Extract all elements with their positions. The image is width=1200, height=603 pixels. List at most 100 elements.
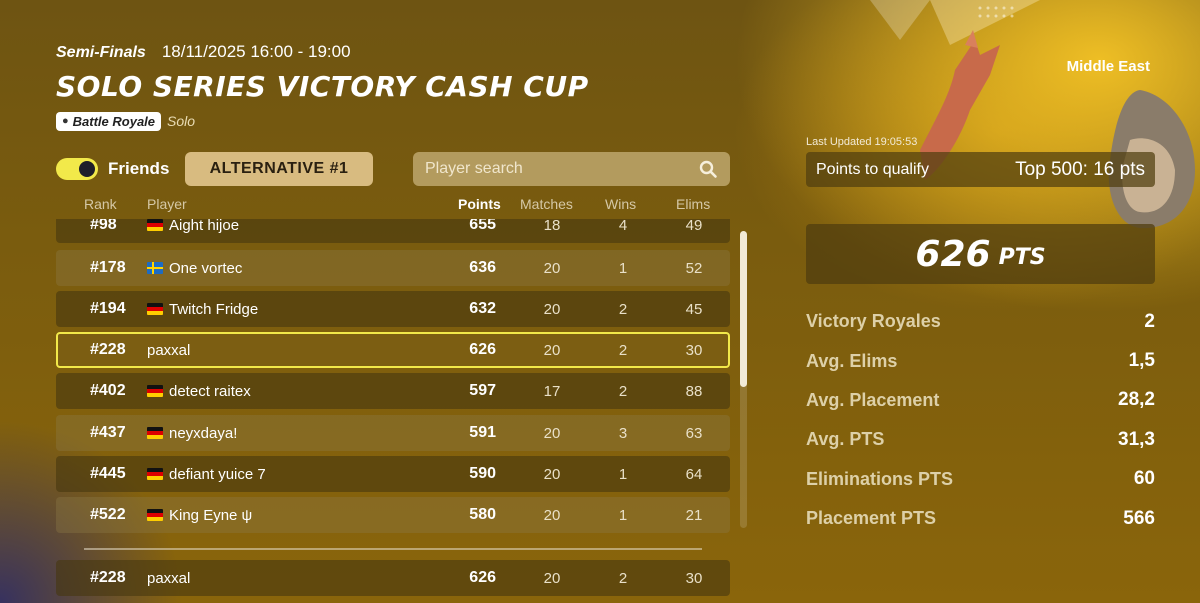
friends-label: Friends <box>108 159 170 178</box>
row-matches: 20 <box>543 465 561 483</box>
search-icon[interactable] <box>698 159 718 179</box>
col-player: Player <box>147 196 187 212</box>
row-points: 632 <box>469 300 496 317</box>
leaderboard-table[interactable]: #98 Aight hijoe 655 18 4 49 #178 One vor… <box>56 219 730 535</box>
player-name: defiant yuice 7 <box>169 465 266 483</box>
row-matches: 20 <box>543 569 561 587</box>
stat-label: Eliminations PTS <box>806 468 954 489</box>
table-header: Rank Player Points Matches Wins Elims <box>56 196 730 214</box>
money-bag-icon: ● <box>62 115 69 127</box>
row-rank: #522 <box>90 506 126 523</box>
qualify-label: Points to qualify <box>816 160 929 178</box>
stat-value: 28,2 <box>1118 389 1155 411</box>
row-rank: #228 <box>90 569 126 586</box>
row-matches: 20 <box>543 424 561 442</box>
row-rank: #194 <box>90 300 126 317</box>
row-wins: 2 <box>618 569 628 587</box>
row-player: paxxal <box>147 560 190 596</box>
row-points: 580 <box>469 506 496 523</box>
table-row-self[interactable]: #228 paxxal 626 20 2 30 <box>56 332 730 368</box>
table-row[interactable]: #522 King Eyne ψ 580 20 1 21 <box>56 497 730 533</box>
row-points: 626 <box>469 569 496 586</box>
event-header: Semi-Finals 18/11/2025 16:00 - 19:00 SOL… <box>56 42 756 131</box>
row-wins: 2 <box>618 382 628 400</box>
row-wins: 2 <box>618 341 628 359</box>
row-elims: 52 <box>685 259 703 277</box>
row-wins: 2 <box>618 300 628 318</box>
col-elims: Elims <box>676 196 711 212</box>
germany-flag-icon <box>147 385 163 397</box>
row-matches: 18 <box>543 219 561 234</box>
stat-row: Placement PTS 566 <box>806 499 1155 538</box>
last-updated: Last Updated 19:05:53 <box>806 136 918 148</box>
row-matches: 17 <box>543 382 561 400</box>
scroll-thumb[interactable] <box>740 231 747 387</box>
germany-flag-icon <box>147 509 163 521</box>
friends-filter: Friends <box>56 158 169 180</box>
total-points-value: 626 <box>915 233 991 275</box>
row-elims: 21 <box>685 506 703 524</box>
pinned-self-row[interactable]: #228 paxxal 626 20 2 30 <box>56 560 730 596</box>
germany-flag-icon <box>147 303 163 315</box>
table-row[interactable]: #194 Twitch Fridge 632 20 2 45 <box>56 291 730 327</box>
row-wins: 1 <box>618 259 628 277</box>
row-matches: 20 <box>543 506 561 524</box>
row-player: defiant yuice 7 <box>147 456 266 492</box>
sweden-flag-icon <box>147 262 163 274</box>
row-elims: 30 <box>685 341 703 359</box>
row-rank: #178 <box>90 259 126 276</box>
event-datetime: 18/11/2025 16:00 - 19:00 <box>161 42 351 61</box>
stat-row: Avg. PTS 31,3 <box>806 420 1155 459</box>
table-row[interactable]: #178 One vortec 636 20 1 52 <box>56 250 730 286</box>
player-name: Twitch Fridge <box>169 300 259 318</box>
row-matches: 20 <box>543 341 561 359</box>
row-points: 591 <box>469 424 496 441</box>
col-points: Points <box>458 196 501 212</box>
stat-label: Avg. PTS <box>806 429 885 450</box>
row-rank: #98 <box>90 219 117 233</box>
toggle-knob <box>79 161 95 177</box>
event-title: SOLO SERIES VICTORY CASH CUP <box>56 70 589 103</box>
row-elims: 49 <box>685 219 703 234</box>
germany-flag-icon <box>147 427 163 439</box>
team-mode: Solo <box>167 113 196 129</box>
row-rank: #437 <box>90 424 126 441</box>
row-wins: 1 <box>618 465 628 483</box>
row-player: detect raitex <box>147 373 251 409</box>
player-stats: Victory Royales 2 Avg. Elims 1,5 Avg. Pl… <box>806 302 1155 538</box>
row-points: 626 <box>469 341 496 358</box>
stat-value: 60 <box>1133 468 1155 490</box>
mode-tag-label: Battle Royale <box>72 113 156 129</box>
row-points: 636 <box>469 259 496 276</box>
stat-value: 31,3 <box>1118 428 1155 450</box>
stat-row: Avg. Placement 28,2 <box>806 381 1155 420</box>
table-row[interactable]: #402 detect raitex 597 17 2 88 <box>56 373 730 409</box>
row-elims: 88 <box>685 382 703 400</box>
total-points-unit: PTS <box>998 244 1046 270</box>
row-elims: 30 <box>685 569 703 587</box>
table-row[interactable]: #437 neyxdaya! 591 20 3 63 <box>56 415 730 451</box>
table-row[interactable]: #445 defiant yuice 7 590 20 1 64 <box>56 456 730 492</box>
stat-label: Victory Royales <box>806 311 941 332</box>
row-rank: #402 <box>90 382 126 399</box>
character-art <box>870 0 1195 229</box>
row-player: paxxal <box>147 334 190 366</box>
row-player: neyxdaya! <box>147 415 237 451</box>
row-points: 590 <box>469 465 496 482</box>
stat-label: Avg. Elims <box>806 350 898 371</box>
row-wins: 3 <box>618 424 628 442</box>
region-label: Middle East <box>1066 58 1150 75</box>
player-name: paxxal <box>147 569 191 587</box>
row-matches: 20 <box>543 259 561 277</box>
alternative-button[interactable]: ALTERNATIVE #1 <box>185 152 373 186</box>
mode-tag: ● Battle Royale <box>56 111 162 131</box>
table-scrollbar[interactable] <box>740 231 747 528</box>
row-wins: 1 <box>618 506 628 524</box>
player-search <box>413 152 730 186</box>
row-player: Twitch Fridge <box>147 291 258 327</box>
table-row[interactable]: #98 Aight hijoe 655 18 4 49 <box>56 219 730 243</box>
search-input[interactable] <box>425 160 698 178</box>
friends-toggle[interactable] <box>56 158 98 180</box>
row-player: Aight hijoe <box>147 219 239 243</box>
stat-label: Avg. Placement <box>806 389 940 410</box>
